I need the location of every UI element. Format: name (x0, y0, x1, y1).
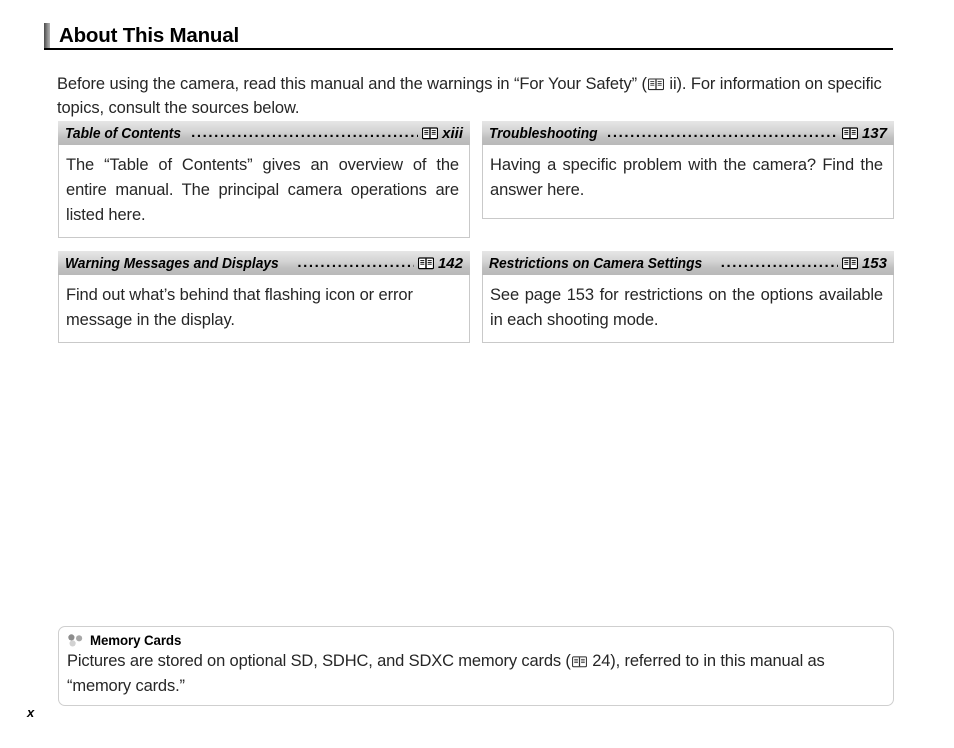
dot-leader: ........................................… (607, 124, 838, 140)
note-heading: Memory Cards (90, 632, 182, 648)
book-icon (647, 75, 664, 98)
reference-box-header: Warning Messages and Displays ..........… (58, 251, 470, 275)
intro-text-part-1: Before using the camera, read this manua… (57, 74, 647, 93)
reference-box-title: Troubleshooting (489, 124, 598, 142)
reference-page-number: 153 (861, 254, 887, 272)
page-header: About This Manual (44, 23, 893, 48)
dot-leader: ........................................… (191, 124, 418, 140)
reference-box-title: Warning Messages and Displays (65, 254, 279, 272)
reference-box-header: Troubleshooting ........................… (482, 121, 894, 145)
book-icon (422, 126, 439, 140)
reference-box-header: Restrictions on Camera Settings ........… (482, 251, 894, 275)
dot-leader: .......................... (720, 254, 838, 270)
reference-box-body: Find out what’s behind that flashing ico… (58, 275, 470, 343)
title-underline-rule (44, 48, 893, 50)
reference-box-header: Table of Contents ......................… (58, 121, 470, 145)
note-heading-row: Memory Cards (67, 632, 883, 649)
intro-paragraph: Before using the camera, read this manua… (57, 73, 896, 120)
page-number-folio: x (27, 705, 35, 720)
note-body: Pictures are stored on optional SD, SDHC… (67, 650, 883, 698)
page-title: About This Manual (59, 23, 239, 47)
memory-cards-note: Memory Cards Pictures are stored on opti… (58, 626, 894, 706)
reference-box-title: Restrictions on Camera Settings (489, 254, 703, 272)
tip-dots-icon (67, 634, 84, 647)
book-icon (841, 256, 858, 270)
reference-box-table-of-contents[interactable]: Table of Contents ......................… (58, 121, 470, 238)
reference-box-warning-messages[interactable]: Warning Messages and Displays ..........… (58, 251, 470, 343)
reference-box-troubleshooting[interactable]: Troubleshooting ........................… (482, 121, 894, 238)
reference-box-body: See page 153 for restrictions on the opt… (482, 275, 894, 343)
reference-page-number: 142 (437, 254, 463, 272)
book-icon (841, 126, 858, 140)
reference-box-title: Table of Contents (65, 124, 182, 142)
reference-box-body: Having a specific problem with the camer… (482, 145, 894, 219)
reference-box-restrictions[interactable]: Restrictions on Camera Settings ........… (482, 251, 894, 343)
reference-page-number: xiii (442, 124, 463, 142)
note-text-part-1: Pictures are stored on optional SD, SDHC… (67, 652, 571, 670)
reference-page-number: 137 (861, 124, 887, 142)
reference-box-row-1: Table of Contents ......................… (58, 121, 894, 238)
dot-leader: ........................ (297, 254, 414, 270)
title-accent-bar (44, 23, 50, 48)
reference-box-grid: Table of Contents ......................… (58, 121, 894, 356)
reference-box-row-2: Warning Messages and Displays ..........… (58, 251, 894, 343)
book-icon (417, 256, 434, 270)
book-icon (571, 652, 587, 675)
reference-box-body: The “Table of Contents” gives an overvie… (58, 145, 470, 238)
